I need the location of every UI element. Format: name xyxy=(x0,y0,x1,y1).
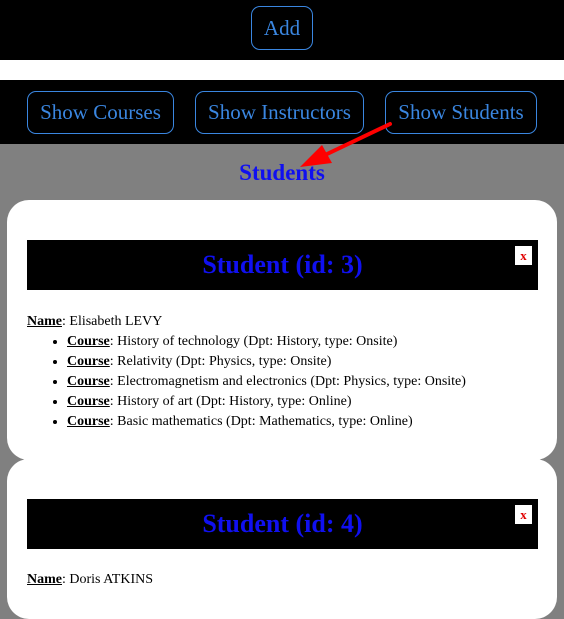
delete-student-button[interactable]: x xyxy=(515,246,532,265)
course-item: Course: Electromagnetism and electronics… xyxy=(67,372,547,392)
course-item: Course: Relativity (Dpt: Physics, type: … xyxy=(67,352,547,372)
course-label: Course xyxy=(67,354,110,369)
add-button[interactable]: Add xyxy=(251,6,313,50)
course-text: Electromagnetism and electronics (Dpt: P… xyxy=(117,374,466,389)
student-name: Elisabeth LEVY xyxy=(69,314,163,329)
course-list: Course: History of technology (Dpt: Hist… xyxy=(27,332,547,432)
course-text: Relativity (Dpt: Physics, type: Onsite) xyxy=(117,354,332,369)
course-label: Course xyxy=(67,374,110,389)
course-item: Course: History of technology (Dpt: Hist… xyxy=(67,332,547,352)
student-name-row: Name: Doris ATKINS xyxy=(27,572,154,587)
show-instructors-button[interactable]: Show Instructors xyxy=(195,91,364,134)
delete-student-button[interactable]: x xyxy=(515,505,532,524)
course-item: Course: Basic mathematics (Dpt: Mathemat… xyxy=(67,412,547,432)
student-card-header: Student (id: 4) x xyxy=(27,499,538,549)
student-heading: Student (id: 3) xyxy=(202,250,363,279)
student-card: Student (id: 3) x Name: Elisabeth LEVY C… xyxy=(7,200,557,460)
show-students-button[interactable]: Show Students xyxy=(385,91,537,134)
student-card-header: Student (id: 3) x xyxy=(27,240,538,290)
student-card: Student (id: 4) x Name: Doris ATKINS xyxy=(7,459,557,619)
course-item: Course: History of art (Dpt: History, ty… xyxy=(67,392,547,412)
course-text: History of technology (Dpt: History, typ… xyxy=(117,334,398,349)
course-text: History of art (Dpt: History, type: Onli… xyxy=(117,394,352,409)
name-label: Name xyxy=(27,314,62,329)
student-name-row: Name: Elisabeth LEVY xyxy=(27,314,163,329)
show-courses-button[interactable]: Show Courses xyxy=(27,91,174,134)
section-title: Students xyxy=(239,160,325,185)
course-label: Course xyxy=(67,394,110,409)
course-text: Basic mathematics (Dpt: Mathematics, typ… xyxy=(117,414,413,429)
student-heading: Student (id: 4) xyxy=(202,509,363,538)
student-details: Name: Elisabeth LEVY Course: History of … xyxy=(27,312,547,432)
course-label: Course xyxy=(67,414,110,429)
course-label: Course xyxy=(67,334,110,349)
student-details: Name: Doris ATKINS xyxy=(27,570,547,590)
separator-strip xyxy=(0,60,564,80)
name-label: Name xyxy=(27,572,62,587)
student-name: Doris ATKINS xyxy=(69,572,154,587)
